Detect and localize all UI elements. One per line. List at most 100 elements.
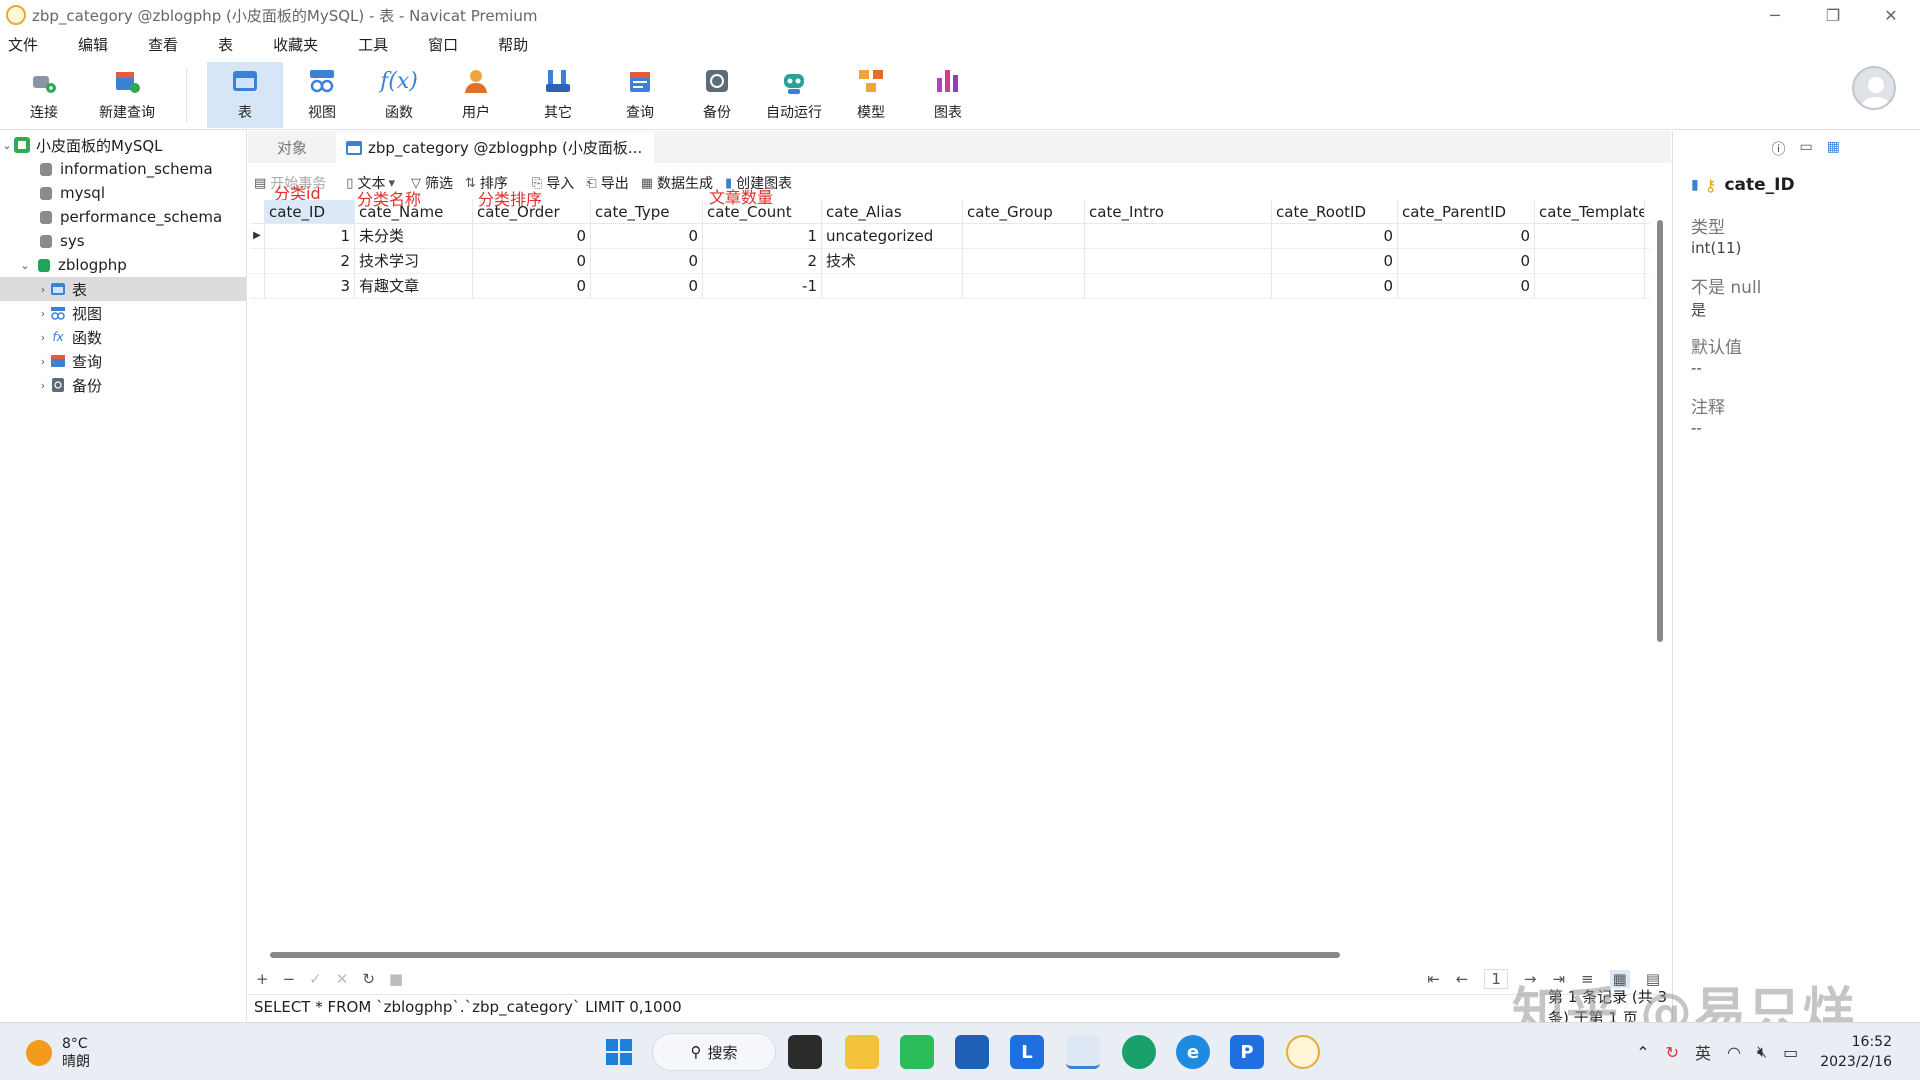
- export-button[interactable]: ⎗ 导出: [586, 173, 628, 193]
- tab-objects[interactable]: 对象: [248, 132, 336, 163]
- database-node[interactable]: information_schema: [0, 157, 246, 181]
- ie-browser-icon[interactable]: e: [1176, 1035, 1210, 1069]
- horizontal-scrollbar[interactable]: [270, 952, 1340, 958]
- tree-item-tables[interactable]: › 表: [0, 277, 246, 301]
- file-explorer-icon[interactable]: [845, 1035, 879, 1069]
- lenovo-app-icon[interactable]: L: [1010, 1035, 1044, 1069]
- apply-changes-button[interactable]: ✓: [309, 970, 322, 988]
- table-cell[interactable]: [1085, 224, 1272, 248]
- column-header[interactable]: cate_Name: [355, 200, 473, 223]
- ddl-icon[interactable]: ▭: [1800, 139, 1813, 159]
- menu-help[interactable]: 帮助: [490, 34, 540, 55]
- tab-zbp-category[interactable]: zbp_category @zblogphp (小皮面板...: [336, 132, 655, 163]
- snipping-tool-icon[interactable]: [1066, 1035, 1100, 1069]
- minimize-button[interactable]: ─: [1746, 0, 1804, 30]
- table-cell[interactable]: 0: [591, 274, 703, 298]
- table-cell[interactable]: [1085, 249, 1272, 273]
- new-query-button[interactable]: 新建查询: [88, 62, 166, 128]
- column-header[interactable]: cate_ID: [265, 200, 355, 223]
- chevron-right-icon[interactable]: ›: [36, 331, 50, 344]
- navicat-taskbar-icon[interactable]: [1286, 1035, 1320, 1069]
- column-header[interactable]: cate_Template: [1535, 200, 1645, 223]
- table-button[interactable]: 表: [207, 62, 283, 128]
- previous-page-icon[interactable]: ←: [1456, 970, 1469, 988]
- table-cell[interactable]: -1: [703, 274, 822, 298]
- table-cell[interactable]: 1: [265, 224, 355, 248]
- chevron-right-icon[interactable]: ›: [36, 379, 50, 392]
- table-cell[interactable]: 未分类: [355, 224, 473, 248]
- page-number-input[interactable]: 1: [1484, 969, 1508, 989]
- column-header[interactable]: cate_RootID: [1272, 200, 1398, 223]
- function-button[interactable]: f(x) 函数: [361, 62, 437, 128]
- table-cell[interactable]: [963, 274, 1085, 298]
- table-cell[interactable]: [822, 274, 963, 298]
- chevron-up-icon[interactable]: ⌃: [1636, 1043, 1649, 1062]
- column-header[interactable]: cate_ParentID: [1398, 200, 1535, 223]
- p-app-icon[interactable]: P: [1230, 1035, 1264, 1069]
- column-header[interactable]: cate_Order: [473, 200, 591, 223]
- table-cell[interactable]: 3: [265, 274, 355, 298]
- other-button[interactable]: 其它: [520, 62, 596, 128]
- model-button[interactable]: 模型: [833, 62, 909, 128]
- wifi-icon[interactable]: ◠: [1727, 1043, 1741, 1062]
- windows-start-icon[interactable]: [602, 1035, 636, 1069]
- taskbar-search[interactable]: ⚲ 搜索: [652, 1033, 776, 1071]
- table-cell[interactable]: [963, 224, 1085, 248]
- table-cell[interactable]: 0: [1272, 224, 1398, 248]
- table-cell[interactable]: uncategorized: [822, 224, 963, 248]
- table-cell[interactable]: [1535, 249, 1645, 273]
- backup-button[interactable]: 备份: [679, 62, 755, 128]
- task-view-icon[interactable]: [788, 1035, 822, 1069]
- discard-changes-button[interactable]: ✕: [336, 970, 349, 988]
- info-icon[interactable]: ⓘ: [1772, 139, 1786, 159]
- chevron-right-icon[interactable]: ›: [36, 307, 50, 320]
- database-node[interactable]: mysql: [0, 181, 246, 205]
- table-cell[interactable]: 0: [473, 274, 591, 298]
- table-cell[interactable]: 0: [473, 224, 591, 248]
- chart-button[interactable]: 图表: [910, 62, 986, 128]
- table-row[interactable]: ▶ 1 未分类 0 0 1 uncategorized 0 0: [250, 224, 1650, 249]
- connection-node[interactable]: ⌄ 小皮面板的MySQL: [0, 133, 246, 157]
- table-cell[interactable]: 0: [1398, 274, 1535, 298]
- store-icon[interactable]: [955, 1035, 989, 1069]
- table-cell[interactable]: 技术: [822, 249, 963, 273]
- clock[interactable]: 16:52 2023/2/16: [1820, 1032, 1892, 1072]
- database-node[interactable]: sys: [0, 229, 246, 253]
- table-cell[interactable]: 1: [703, 224, 822, 248]
- table-cell[interactable]: 0: [1398, 224, 1535, 248]
- table-cell[interactable]: 0: [1272, 249, 1398, 273]
- delete-record-button[interactable]: −: [283, 970, 296, 988]
- table-cell[interactable]: 2: [265, 249, 355, 273]
- chevron-down-icon[interactable]: ⌄: [0, 139, 14, 152]
- data-generation-button[interactable]: ▦ 数据生成: [641, 173, 713, 193]
- add-record-button[interactable]: +: [256, 970, 269, 988]
- column-header[interactable]: cate_Count: [703, 200, 822, 223]
- menu-file[interactable]: 文件: [0, 34, 50, 55]
- chevron-right-icon[interactable]: ›: [36, 283, 50, 296]
- user-avatar[interactable]: [1852, 66, 1896, 110]
- column-header[interactable]: cate_Alias: [822, 200, 963, 223]
- restore-button[interactable]: ❐: [1804, 0, 1862, 30]
- table-cell[interactable]: [963, 249, 1085, 273]
- table-cell[interactable]: 0: [591, 249, 703, 273]
- connect-button[interactable]: 连接: [6, 62, 82, 128]
- menu-table[interactable]: 表: [210, 34, 245, 55]
- table-cell[interactable]: [1535, 274, 1645, 298]
- table-cell[interactable]: 0: [473, 249, 591, 273]
- menu-edit[interactable]: 编辑: [70, 34, 120, 55]
- automation-button[interactable]: 自动运行: [756, 62, 832, 128]
- sync-icon[interactable]: ↻: [1666, 1043, 1679, 1062]
- battery-icon[interactable]: ▭: [1783, 1043, 1798, 1062]
- database-node[interactable]: performance_schema: [0, 205, 246, 229]
- close-button[interactable]: ✕: [1862, 0, 1920, 30]
- chevron-right-icon[interactable]: ›: [36, 355, 50, 368]
- table-cell[interactable]: 2: [703, 249, 822, 273]
- user-button[interactable]: 用户: [438, 62, 514, 128]
- query-button[interactable]: 查询: [602, 62, 678, 128]
- table-row[interactable]: 3 有趣文章 0 0 -1 0 0: [250, 274, 1650, 299]
- column-header[interactable]: cate_Intro: [1085, 200, 1272, 223]
- tree-item-functions[interactable]: › fx 函数: [0, 325, 246, 349]
- wechat-icon[interactable]: [900, 1035, 934, 1069]
- tree-item-backups[interactable]: › 备份: [0, 373, 246, 397]
- column-header[interactable]: cate_Type: [591, 200, 703, 223]
